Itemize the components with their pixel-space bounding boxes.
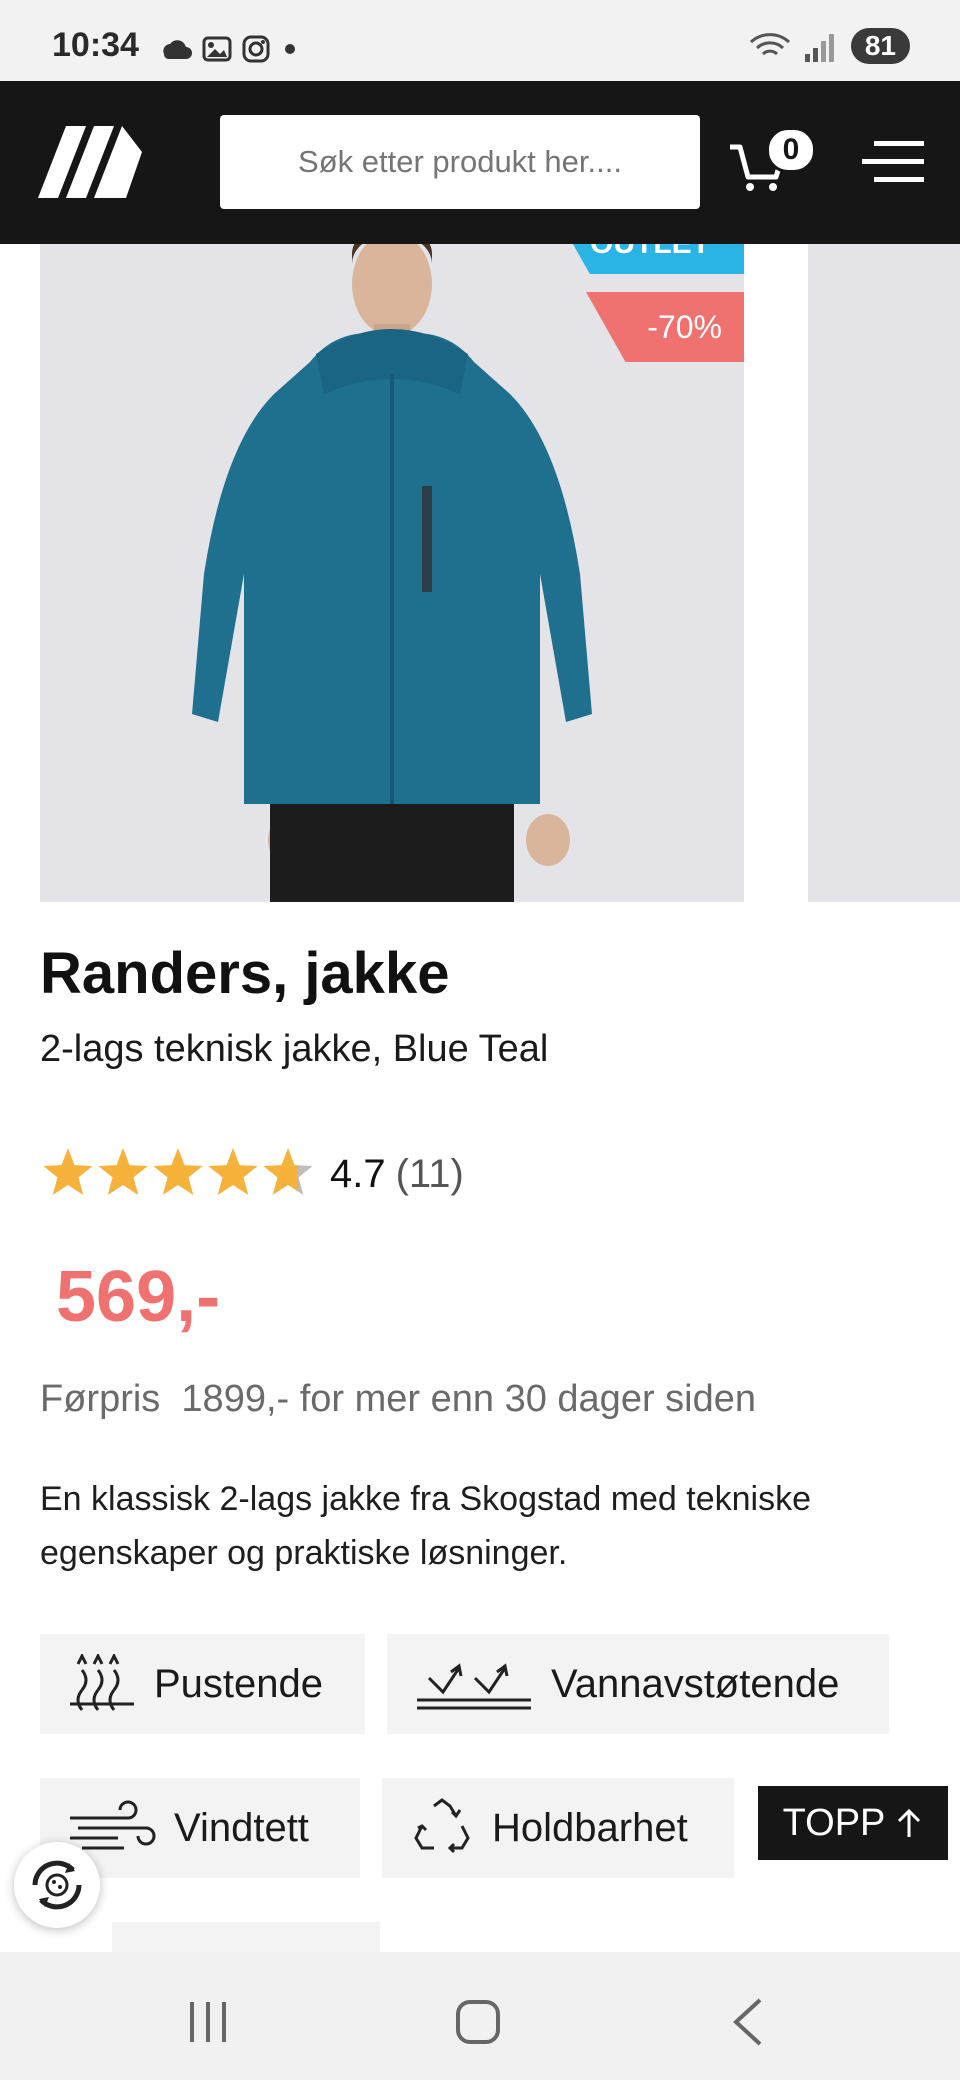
feature-label: Holdbarhet bbox=[492, 1805, 688, 1850]
scroll-to-top-button[interactable]: TOPP bbox=[758, 1786, 948, 1860]
gallery-icon bbox=[202, 36, 232, 62]
brand-logo[interactable] bbox=[38, 126, 142, 202]
product-title: Randers, jakke bbox=[40, 941, 450, 1006]
feature-partial-next bbox=[112, 1922, 380, 1952]
floating-widget-button[interactable] bbox=[14, 1842, 100, 1928]
product-image[interactable]: OUTLET -70% bbox=[40, 244, 744, 902]
water-repellent-icon bbox=[415, 1654, 533, 1714]
home-button bbox=[456, 2000, 500, 2044]
recent-apps-button bbox=[190, 2002, 226, 2042]
star-icon bbox=[263, 1148, 313, 1195]
wifi-signal-icon bbox=[749, 33, 834, 62]
feature-breathable: Pustende bbox=[40, 1634, 365, 1734]
cart-count-badge: 0 bbox=[766, 127, 816, 173]
feature-durability: Holdbarhet bbox=[382, 1778, 734, 1878]
instagram-icon bbox=[242, 35, 270, 63]
feature-label: Vindtett bbox=[174, 1805, 309, 1850]
back-button bbox=[733, 1998, 762, 2046]
cookie-settings-icon bbox=[32, 1860, 82, 1910]
feature-water-repellent: Vannavstøtende bbox=[387, 1634, 889, 1734]
product-rating[interactable]: 4.7 (11) bbox=[40, 1146, 464, 1202]
next-product-image-peek[interactable] bbox=[808, 244, 960, 902]
rating-stars-icon bbox=[43, 1148, 313, 1195]
product-description: En klassisk 2-lags jakke fra Skogstad me… bbox=[40, 1480, 812, 1572]
menu-button[interactable] bbox=[862, 139, 924, 185]
arrow-up-icon bbox=[898, 1808, 921, 1837]
product-subtitle: 2-lags teknisk jakke, Blue Teal bbox=[40, 1028, 549, 1070]
breathable-icon bbox=[68, 1654, 136, 1714]
star-icon bbox=[43, 1148, 93, 1195]
cloud-icon bbox=[163, 40, 192, 59]
hamburger-menu-icon bbox=[862, 141, 924, 182]
feature-label: Vannavstøtende bbox=[551, 1661, 840, 1706]
rating-value: 4.7 bbox=[330, 1151, 386, 1196]
sale-price: 569,- bbox=[56, 1257, 221, 1337]
star-icon bbox=[208, 1148, 258, 1195]
recycle-icon bbox=[410, 1796, 474, 1860]
star-icon bbox=[98, 1148, 148, 1195]
status-bar: 10:34 81 bbox=[0, 0, 960, 81]
scroll-to-top-label: TOPP bbox=[782, 1801, 886, 1844]
status-notification-icons bbox=[160, 30, 320, 70]
battery-indicator: 81 bbox=[850, 28, 910, 64]
before-price: Førpris 1899,- for mer enn 30 dager side… bbox=[40, 1378, 757, 1420]
system-navigation-bar bbox=[0, 1952, 960, 2080]
status-time: 10:34 bbox=[52, 26, 139, 64]
cart-button[interactable]: 0 bbox=[728, 121, 818, 201]
star-icon bbox=[153, 1148, 203, 1195]
status-right: 81 bbox=[747, 28, 910, 64]
dot-icon bbox=[285, 44, 295, 54]
site-header: 0 bbox=[0, 81, 960, 244]
rating-count: (11) bbox=[395, 1151, 464, 1196]
search-input[interactable] bbox=[220, 115, 700, 209]
feature-label: Pustende bbox=[154, 1661, 324, 1706]
